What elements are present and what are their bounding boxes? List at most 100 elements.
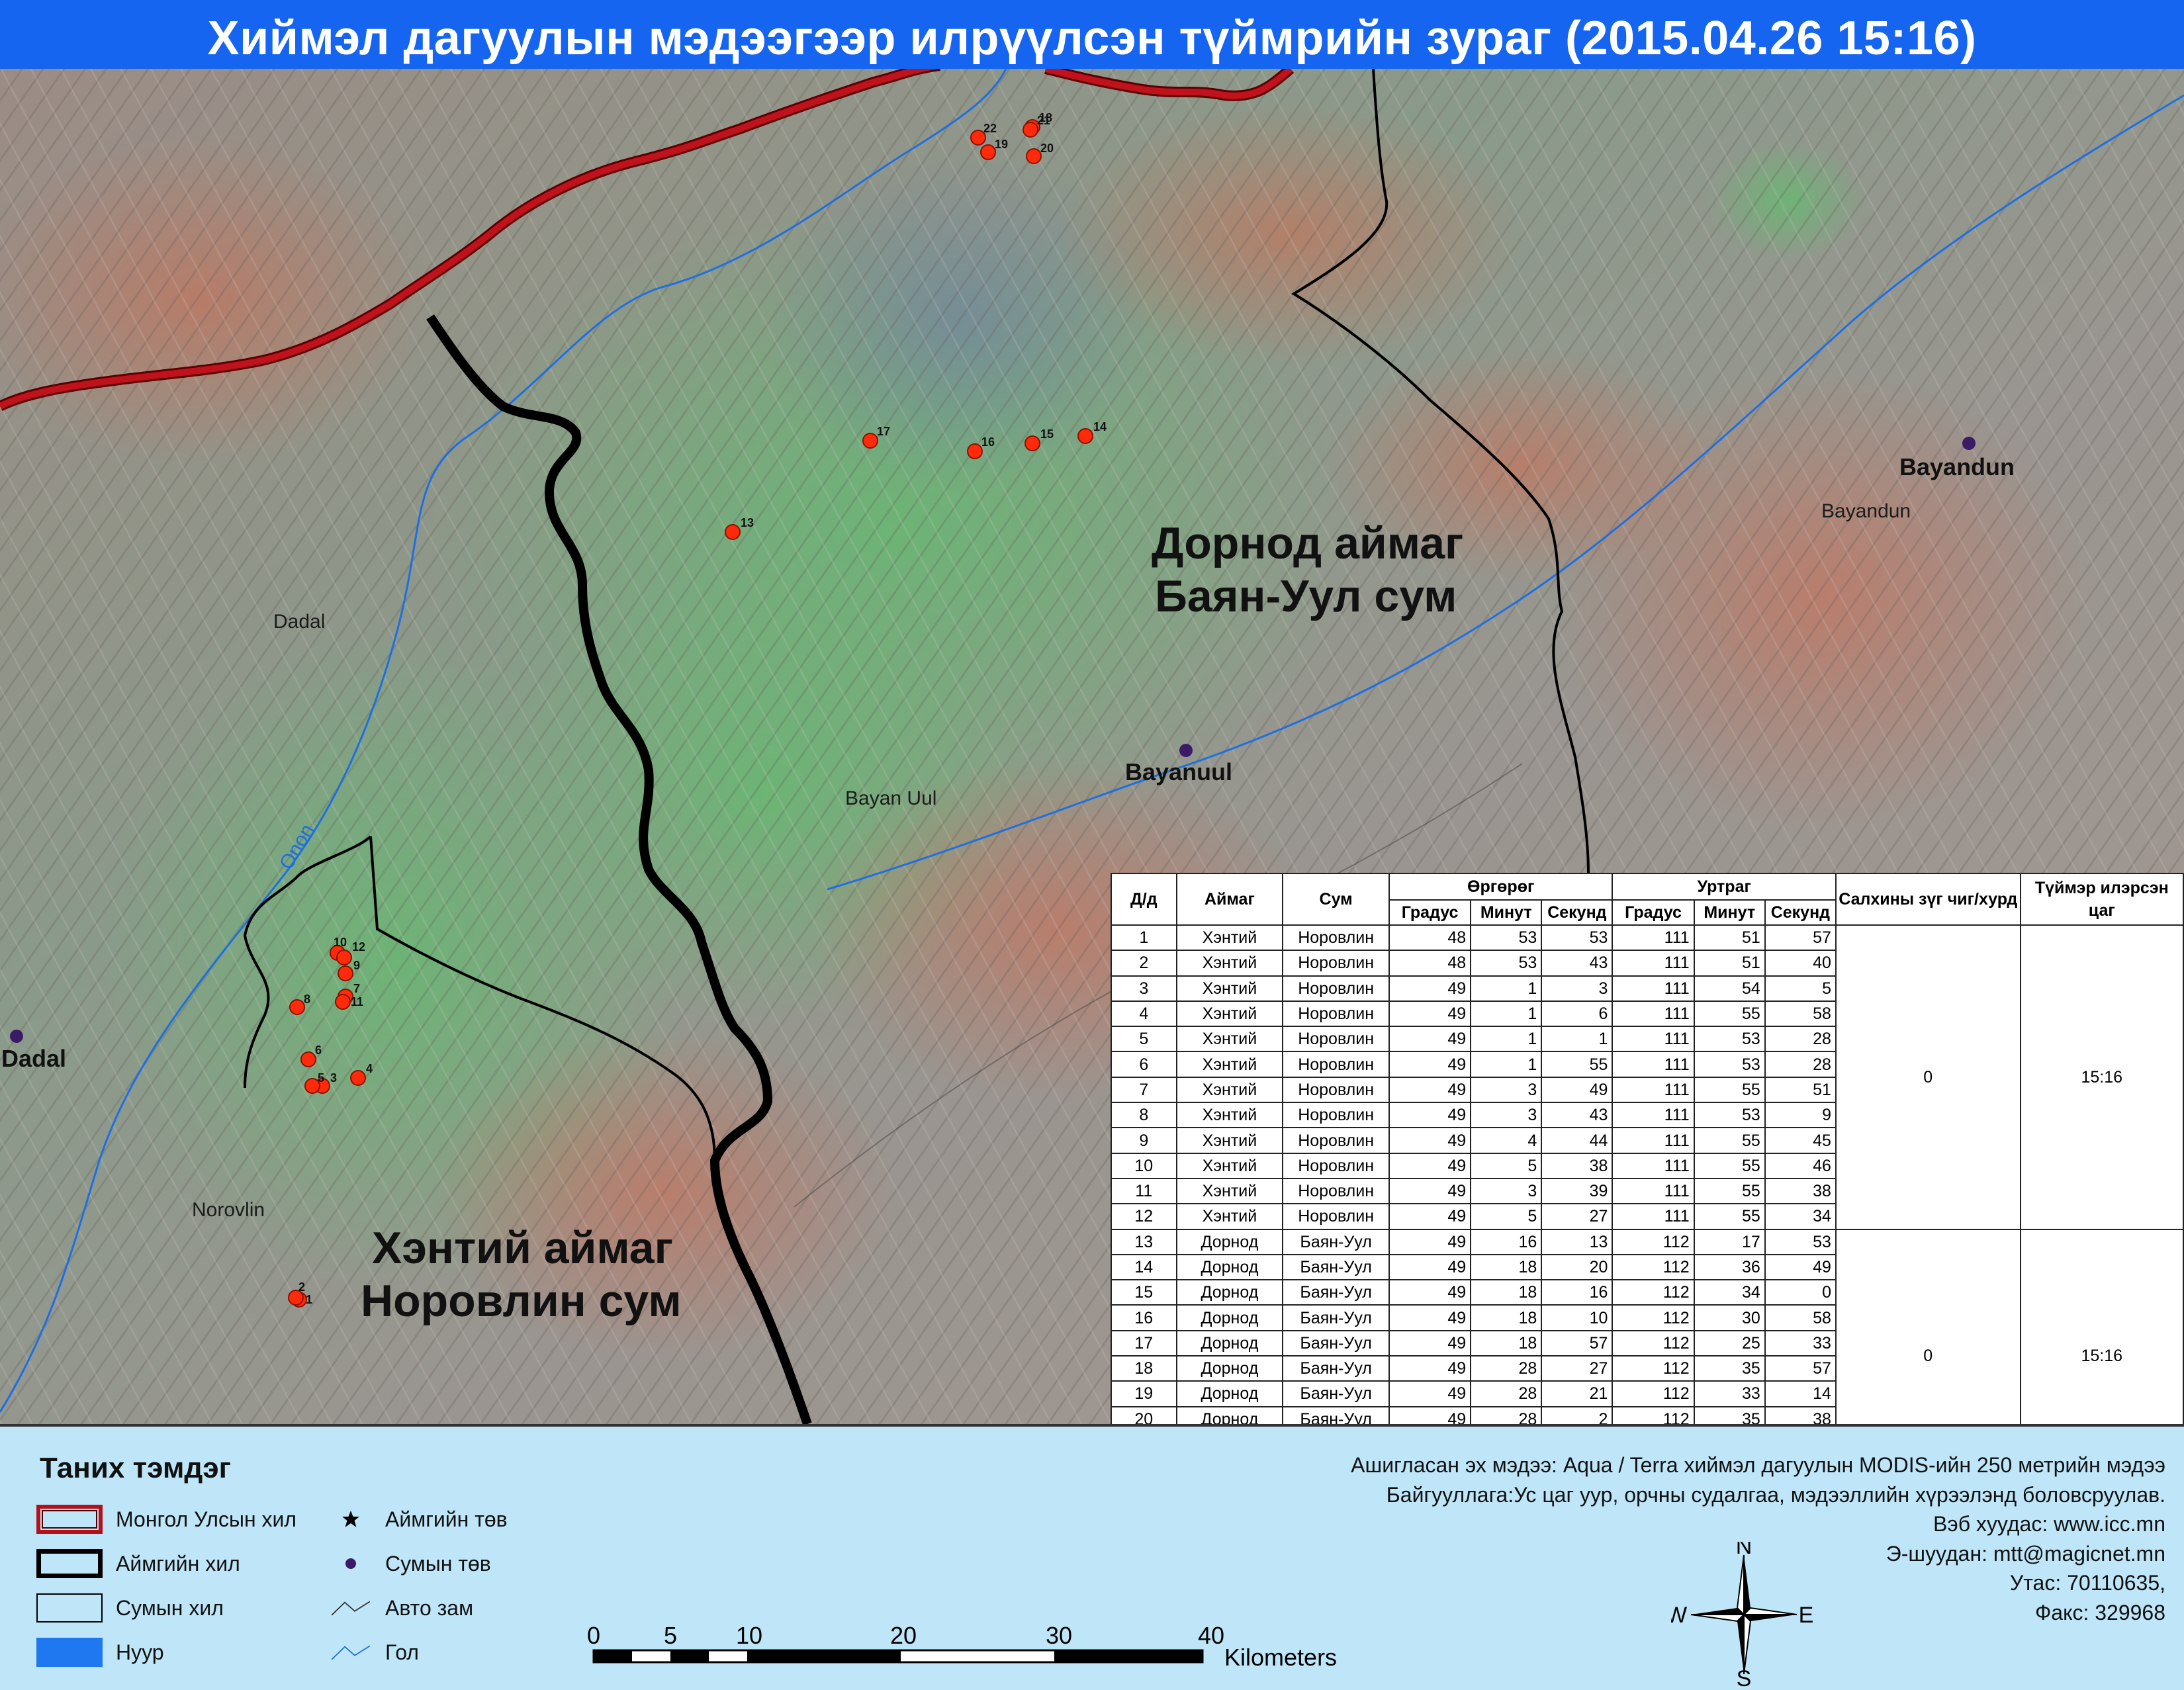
table-cell-lon-s: 38	[1764, 1177, 1837, 1205]
credits-organization: Байгууллага:Ус цаг уур, орчны судалгаа, …	[1386, 1482, 2165, 1507]
fire-point-label-14: 14	[1093, 420, 1107, 433]
table-cell-sum: Баян-Уул	[1282, 1355, 1390, 1382]
place-label-bayandun: Bayandun	[1821, 500, 1911, 522]
table-cell-n: 12	[1111, 1203, 1177, 1230]
legend-label-aimag-center: Аймгийн төв	[385, 1507, 508, 1531]
table-cell-sum: Норовлин	[1282, 975, 1390, 1002]
subheader-lat-degree: Градус	[1388, 899, 1472, 926]
legend-item-country-border: Монгол Улсын хил	[36, 1505, 296, 1534]
table-cell-lat-d: 49	[1388, 1355, 1472, 1382]
table-cell-wind: 0	[1835, 924, 2021, 1230]
table-cell-lat-m: 4	[1470, 1127, 1543, 1154]
table-cell-sum: Норовлин	[1282, 1076, 1390, 1104]
table-cell-n: 15	[1111, 1279, 1177, 1306]
table-cell-lon-d: 111	[1612, 1076, 1695, 1104]
table-cell-aimag: Хэнтий	[1175, 1152, 1284, 1179]
table-cell-lon-m: 33	[1693, 1380, 1766, 1407]
table-cell-lat-d: 49	[1388, 1380, 1472, 1407]
table-cell-sum: Баян-Уул	[1282, 1253, 1390, 1281]
table-cell-n: 16	[1111, 1304, 1177, 1331]
legend-item-river: Гол	[331, 1638, 419, 1667]
table-cell-lon-m: 51	[1693, 924, 1766, 952]
north-arrow-icon: N S W E	[1671, 1542, 1813, 1687]
table-cell-aimag: Дорнод	[1175, 1405, 1284, 1424]
table-cell-n: 6	[1111, 1051, 1177, 1078]
table-cell-lon-d: 112	[1612, 1279, 1695, 1306]
subheader-lon-degree: Градус	[1612, 899, 1695, 926]
table-cell-lon-s: 57	[1764, 924, 1837, 952]
table-cell-lon-m: 17	[1693, 1228, 1766, 1255]
place-label-bayan-uul: Bayan Uul	[845, 787, 936, 809]
table-cell-lon-s: 53	[1764, 1228, 1837, 1255]
table-cell-lon-d: 111	[1612, 924, 1695, 952]
place-label-bayandun-bold: Bayandun	[1899, 453, 2015, 480]
table-cell-lat-d: 49	[1388, 1076, 1472, 1104]
fire-point-label-9: 9	[353, 959, 360, 972]
place-label-dadal-bold: Dadal	[1, 1045, 66, 1072]
table-cell-n: 19	[1111, 1380, 1177, 1407]
fire-point-label-16: 16	[981, 435, 995, 449]
fire-point-label-4: 4	[366, 1062, 373, 1075]
table-cell-lon-d: 111	[1612, 1000, 1695, 1028]
table-row: 1 Хэнтий Норовлин 48 53 53 111 51 57 0 15:16	[1111, 924, 2184, 1230]
table-cell-lat-m: 3	[1470, 1177, 1543, 1205]
fire-point-21	[1023, 122, 1038, 138]
table-cell-lat-s: 27	[1541, 1355, 1614, 1382]
fire-point-label-1: 1	[306, 1293, 312, 1306]
table-cell-lat-m: 28	[1470, 1405, 1543, 1424]
table-cell-lon-s: 9	[1764, 1102, 1837, 1129]
table-cell-lon-d: 112	[1612, 1228, 1695, 1255]
table-cell-sum: Норовлин	[1282, 1152, 1390, 1179]
table-cell-lon-s: 49	[1764, 1253, 1837, 1281]
table-cell-n: 7	[1111, 1076, 1177, 1104]
table-cell-lat-m: 1	[1470, 975, 1543, 1002]
country-border-swatch	[36, 1505, 103, 1534]
scale-tick-5: 5	[664, 1622, 677, 1649]
map-title-bar: Хиймэл дагуулын мэдээгээр илрүүлсэн түйм…	[0, 0, 2184, 76]
table-cell-lat-s: 57	[1541, 1329, 1614, 1357]
fire-point-label-5: 5	[318, 1071, 324, 1085]
header-aimag: Аймаг	[1175, 873, 1284, 926]
table-cell-lat-s: 27	[1541, 1203, 1614, 1230]
region-label-bayan-uul-sum: Баян-Уул сум	[1155, 571, 1457, 621]
credits-block: Ашигласан эх мэдээ: Aqua / Terra хиймэл …	[1107, 1450, 2165, 1627]
table-cell-aimag: Хэнтий	[1175, 1000, 1284, 1028]
map-area: Dadal Dadal Bayan Uul Bayanuul Bayandun …	[0, 69, 2184, 1424]
subheader-lat-minute: Минут	[1470, 899, 1543, 926]
table-cell-sum: Баян-Уул	[1282, 1380, 1390, 1407]
header-latitude: Өргөрөг	[1388, 873, 1614, 901]
table-cell-lon-s: 45	[1764, 1127, 1837, 1154]
scale-tick-40: 40	[1198, 1622, 1224, 1649]
fire-point-label-7: 7	[353, 982, 360, 995]
legend-title: Таних тэмдэг	[40, 1452, 231, 1484]
table-cell-n: 17	[1111, 1329, 1177, 1357]
legend-item-sum-border: Сумын хил	[36, 1593, 224, 1623]
table-cell-lat-d: 49	[1388, 1279, 1472, 1306]
table-cell-lat-m: 1	[1470, 1000, 1543, 1028]
table-cell-lat-s: 1	[1541, 1026, 1614, 1053]
table-cell-lat-d: 49	[1388, 1102, 1472, 1129]
table-cell-lat-s: 16	[1541, 1279, 1614, 1306]
table-cell-lon-s: 58	[1764, 1304, 1837, 1331]
fire-point-13	[725, 524, 741, 540]
table-cell-n: 9	[1111, 1127, 1177, 1154]
table-cell-sum: Баян-Уул	[1282, 1228, 1390, 1255]
table-cell-n: 8	[1111, 1102, 1177, 1129]
table-cell-lon-m: 55	[1693, 1177, 1766, 1205]
table-cell-n: 1	[1111, 924, 1177, 952]
subheader-lat-second: Секунд	[1541, 899, 1614, 926]
legend-item-lake: Нуур	[36, 1638, 164, 1667]
table-cell-sum: Норовлин	[1282, 1127, 1390, 1154]
table-cell-lon-m: 53	[1693, 1026, 1766, 1053]
table-cell-lon-d: 111	[1612, 1127, 1695, 1154]
legend-label-sum-center: Сумын төв	[385, 1551, 491, 1576]
table-cell-lat-m: 53	[1470, 950, 1543, 977]
table-cell-lat-m: 53	[1470, 924, 1543, 952]
legend-label-sum-border: Сумын хил	[116, 1595, 224, 1620]
road-line-icon	[331, 1593, 371, 1623]
table-cell-lat-s: 21	[1541, 1380, 1614, 1407]
table-cell-lon-m: 51	[1693, 950, 1766, 977]
table-cell-lon-s: 5	[1764, 975, 1837, 1002]
lake-swatch	[36, 1638, 103, 1667]
table-cell-lat-m: 5	[1470, 1152, 1543, 1179]
